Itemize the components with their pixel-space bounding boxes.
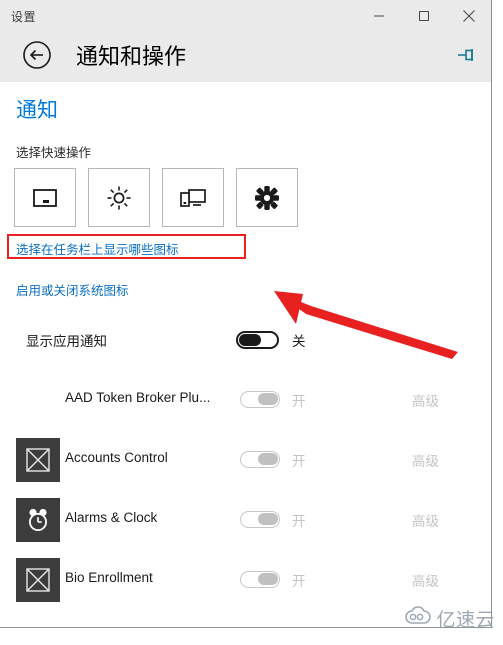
title-bar: 设置	[0, 0, 491, 32]
app-toggle[interactable]	[240, 511, 280, 528]
app-notification-list: AAD Token Broker Plu... 开 高级 Accounts Co…	[0, 370, 491, 610]
placeholder-x-icon	[25, 567, 51, 593]
page-title: 通知和操作	[76, 44, 187, 69]
toggle-knob	[258, 393, 278, 405]
show-app-notifications-state: 关	[292, 334, 306, 349]
app-name: Accounts Control	[65, 450, 168, 465]
app-toggle[interactable]	[240, 391, 280, 408]
back-arrow-icon	[22, 40, 52, 75]
show-app-notifications-toggle[interactable]	[236, 331, 279, 349]
toggle-knob	[239, 334, 261, 346]
alarm-clock-icon	[24, 506, 52, 534]
quick-action-tiles	[14, 168, 298, 227]
app-icon	[16, 498, 60, 542]
quick-action-tile-note[interactable]	[14, 168, 76, 227]
quick-action-tile-connect[interactable]	[162, 168, 224, 227]
list-item[interactable]: Accounts Control 开 高级	[0, 430, 491, 490]
minimize-icon	[373, 10, 385, 22]
app-advanced-link[interactable]: 高级	[412, 390, 439, 410]
window-title: 设置	[11, 9, 37, 24]
maximize-icon	[418, 10, 430, 22]
toggle-knob	[258, 513, 278, 525]
watermark: 亿速云	[404, 605, 495, 632]
app-toggle-state: 开	[292, 454, 306, 469]
maximize-button[interactable]	[401, 0, 446, 32]
quick-action-tile-settings[interactable]	[236, 168, 298, 227]
section-heading-notifications: 通知	[16, 99, 58, 122]
toggle-knob	[258, 453, 278, 465]
watermark-text: 亿速云	[436, 610, 495, 631]
quick-action-tile-brightness[interactable]	[88, 168, 150, 227]
link-system-icons-onoff[interactable]: 启用或关闭系统图标	[16, 280, 129, 299]
settings-gear-icon	[254, 185, 280, 211]
pin-button[interactable]	[451, 41, 483, 73]
window-controls	[356, 0, 491, 32]
brightness-sun-icon	[106, 185, 132, 211]
app-advanced-link[interactable]: 高级	[412, 510, 439, 530]
list-item[interactable]: Bio Enrollment 开 高级	[0, 550, 491, 610]
settings-window: 设置 通知和操作 通知 选择快速操作 选择在任务栏上显示哪些图标 启用或关闭系统…	[0, 0, 492, 628]
app-icon	[16, 558, 60, 602]
close-icon	[462, 9, 476, 23]
app-toggle[interactable]	[240, 571, 280, 588]
list-item[interactable]: Alarms & Clock 开 高级	[0, 490, 491, 550]
connect-display-icon	[179, 187, 207, 209]
app-icon	[16, 438, 60, 482]
placeholder-x-icon	[25, 447, 51, 473]
page-header: 通知和操作	[0, 32, 491, 82]
app-name: Alarms & Clock	[65, 510, 158, 525]
minimize-button[interactable]	[356, 0, 401, 32]
app-name: AAD Token Broker Plu...	[65, 390, 211, 405]
quick-actions-label: 选择快速操作	[16, 146, 92, 160]
app-name: Bio Enrollment	[65, 570, 153, 585]
settings-content: 通知 选择快速操作 选择在任务栏上显示哪些图标 启用或关闭系统图标 显示应用通知…	[0, 82, 491, 627]
show-app-notifications-label: 显示应用通知	[26, 334, 107, 349]
toggle-knob	[258, 573, 278, 585]
tablet-note-icon	[32, 187, 58, 209]
back-button[interactable]	[21, 40, 53, 75]
app-advanced-link[interactable]: 高级	[412, 450, 439, 470]
app-toggle-state: 开	[292, 514, 306, 529]
app-toggle-state: 开	[292, 574, 306, 589]
list-item[interactable]: AAD Token Broker Plu... 开 高级	[0, 370, 491, 430]
show-app-notifications-row: 显示应用通知 关	[0, 325, 491, 355]
cloud-logo-icon	[404, 606, 432, 631]
link-choose-taskbar-icons[interactable]: 选择在任务栏上显示哪些图标	[16, 239, 179, 258]
app-toggle-state: 开	[292, 394, 306, 409]
app-advanced-link[interactable]: 高级	[412, 570, 439, 590]
app-toggle[interactable]	[240, 451, 280, 468]
close-button[interactable]	[446, 0, 491, 32]
pin-icon	[456, 44, 478, 71]
